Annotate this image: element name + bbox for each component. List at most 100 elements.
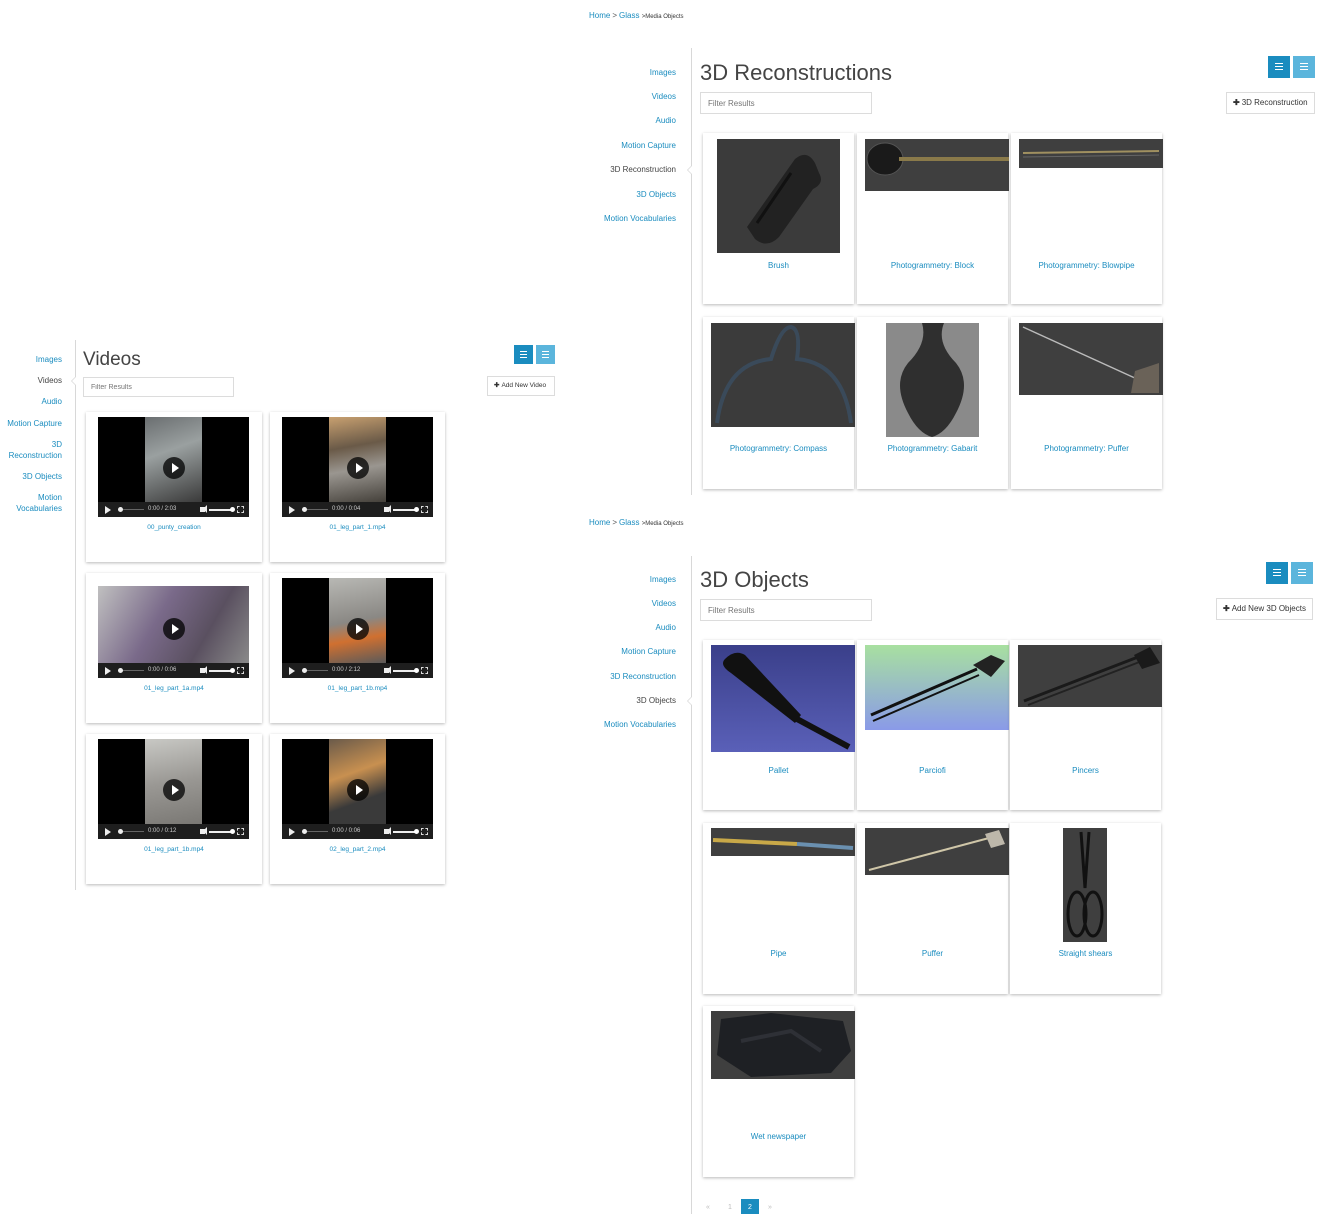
- pager-page-2[interactable]: 2: [741, 1199, 759, 1214]
- sidebar-item-3d-reconstruction[interactable]: 3D Reconstruction: [610, 165, 676, 175]
- list-item[interactable]: Photogrammetry: Puffer: [1011, 317, 1163, 489]
- play-icon[interactable]: [163, 618, 185, 640]
- add-video-button[interactable]: ✚ Add New Video: [487, 376, 555, 396]
- item-caption[interactable]: Pipe: [703, 949, 854, 958]
- item-caption[interactable]: 01_leg_part_1b.mp4: [86, 846, 262, 853]
- seek-slider[interactable]: [118, 668, 144, 673]
- item-caption[interactable]: Parciofi: [857, 766, 1008, 775]
- play-icon[interactable]: [347, 618, 369, 640]
- search-input[interactable]: [83, 377, 234, 397]
- list-item[interactable]: Straight shears: [1010, 823, 1161, 994]
- play-icon[interactable]: [289, 828, 295, 836]
- video-controls[interactable]: 0:00 / 2:12: [282, 663, 433, 678]
- fullscreen-icon[interactable]: [421, 828, 428, 835]
- fullscreen-icon[interactable]: [237, 828, 244, 835]
- seek-slider[interactable]: [118, 829, 144, 834]
- play-icon[interactable]: [347, 457, 369, 479]
- sidebar-item-images[interactable]: Images: [36, 355, 62, 365]
- item-caption[interactable]: 02_leg_part_2.mp4: [270, 846, 445, 853]
- sidebar-item-motion-vocabularies[interactable]: Motion Vocabularies: [604, 214, 676, 224]
- video-player[interactable]: 0:00 / 2:03: [98, 417, 249, 517]
- sidebar-item-videos[interactable]: Videos: [652, 599, 676, 609]
- video-controls[interactable]: 0:00 / 0:12: [98, 824, 249, 839]
- search-input[interactable]: [700, 92, 872, 114]
- fullscreen-icon[interactable]: [421, 667, 428, 674]
- sidebar-item-audio[interactable]: Audio: [656, 116, 676, 126]
- sidebar-item-3d-objects[interactable]: 3D Objects: [636, 696, 676, 706]
- volume-slider[interactable]: [209, 829, 235, 834]
- volume-icon[interactable]: [384, 505, 391, 513]
- list-item[interactable]: Wet newspaper: [703, 1006, 855, 1177]
- item-caption[interactable]: Brush: [703, 261, 854, 270]
- sidebar-item-images[interactable]: Images: [650, 575, 676, 585]
- sidebar-item-audio[interactable]: Audio: [42, 397, 62, 407]
- video-controls[interactable]: 0:00 / 0:06: [98, 663, 249, 678]
- volume-slider[interactable]: [393, 507, 419, 512]
- item-caption[interactable]: 01_leg_part_1b.mp4: [270, 685, 445, 692]
- play-icon[interactable]: [163, 457, 185, 479]
- video-player[interactable]: 0:00 / 0:06: [98, 586, 249, 678]
- video-player[interactable]: 0:00 / 2:12: [282, 578, 433, 678]
- search-input[interactable]: [700, 599, 872, 621]
- video-controls[interactable]: 0:00 / 0:04: [282, 502, 433, 517]
- sidebar-item-3d-reconstruction[interactable]: 3D: [52, 440, 62, 450]
- video-controls[interactable]: 0:00 / 2:03: [98, 502, 249, 517]
- item-caption[interactable]: Photogrammetry: Blowpipe: [1011, 261, 1162, 270]
- item-caption[interactable]: Wet newspaper: [703, 1132, 854, 1141]
- list-item[interactable]: Brush: [703, 133, 854, 304]
- sidebar-item-motion-vocabularies[interactable]: Motion: [38, 493, 62, 503]
- volume-slider[interactable]: [393, 829, 419, 834]
- seek-slider[interactable]: [118, 507, 144, 512]
- sidebar-item-motion-vocabularies[interactable]: Motion Vocabularies: [604, 720, 676, 730]
- volume-icon[interactable]: [200, 827, 207, 835]
- item-caption[interactable]: Pincers: [1010, 766, 1161, 775]
- list-item[interactable]: Pallet: [703, 640, 855, 810]
- video-player[interactable]: 0:00 / 0:04: [282, 417, 433, 517]
- volume-icon[interactable]: [384, 827, 391, 835]
- list-item[interactable]: Parciofi: [857, 640, 1009, 810]
- add-3d-objects-button[interactable]: ✚ Add New 3D Objects: [1216, 598, 1313, 620]
- sidebar-item-videos[interactable]: Videos: [652, 92, 676, 102]
- item-caption[interactable]: Straight shears: [1010, 949, 1161, 958]
- volume-slider[interactable]: [393, 668, 419, 673]
- pager-page-1[interactable]: 1: [728, 1204, 732, 1211]
- seek-slider[interactable]: [302, 829, 328, 834]
- sidebar-item-3d-reconstruction-line2[interactable]: Reconstruction: [9, 451, 62, 461]
- fullscreen-icon[interactable]: [421, 506, 428, 513]
- grid-view-button[interactable]: [1291, 562, 1313, 584]
- sidebar-item-3d-reconstruction[interactable]: 3D Reconstruction: [610, 672, 676, 682]
- sidebar-item-motion-capture[interactable]: Motion Capture: [621, 141, 676, 151]
- list-item[interactable]: Photogrammetry: Block: [857, 133, 1009, 304]
- pager-prev[interactable]: «: [706, 1204, 710, 1211]
- volume-icon[interactable]: [384, 666, 391, 674]
- list-view-button[interactable]: [1266, 562, 1288, 584]
- sidebar-item-audio[interactable]: Audio: [656, 623, 676, 633]
- video-controls[interactable]: 0:00 / 0:06: [282, 824, 433, 839]
- sidebar-item-3d-objects[interactable]: 3D Objects: [636, 190, 676, 200]
- item-caption[interactable]: 01_leg_part_1.mp4: [270, 524, 445, 531]
- play-icon[interactable]: [105, 506, 111, 514]
- item-caption[interactable]: 00_punty_creation: [86, 524, 262, 531]
- fullscreen-icon[interactable]: [237, 667, 244, 674]
- sidebar-item-motion-vocabularies-line2[interactable]: Vocabularies: [16, 504, 62, 514]
- volume-slider[interactable]: [209, 507, 235, 512]
- volume-icon[interactable]: [200, 666, 207, 674]
- seek-slider[interactable]: [302, 507, 328, 512]
- play-icon[interactable]: [105, 667, 111, 675]
- sidebar-item-3d-objects[interactable]: 3D Objects: [22, 472, 62, 482]
- sidebar-item-motion-capture[interactable]: Motion Capture: [7, 419, 62, 429]
- video-player[interactable]: 0:00 / 0:06: [282, 739, 433, 839]
- list-item[interactable]: Photogrammetry: Blowpipe: [1011, 133, 1163, 304]
- item-caption[interactable]: Photogrammetry: Gabarit: [857, 444, 1008, 453]
- add-3d-reconstruction-button[interactable]: ✚ 3D Reconstruction: [1226, 92, 1315, 114]
- play-icon[interactable]: [289, 506, 295, 514]
- fullscreen-icon[interactable]: [237, 506, 244, 513]
- sidebar-item-motion-capture[interactable]: Motion Capture: [621, 647, 676, 657]
- item-caption[interactable]: Photogrammetry: Block: [857, 261, 1008, 270]
- item-caption[interactable]: 01_leg_part_1a.mp4: [86, 685, 262, 692]
- list-item[interactable]: Pincers: [1010, 640, 1162, 810]
- list-item[interactable]: Photogrammetry: Compass: [703, 317, 855, 489]
- list-view-button[interactable]: [514, 345, 533, 364]
- item-caption[interactable]: Photogrammetry: Puffer: [1011, 444, 1162, 453]
- list-item[interactable]: Pipe: [703, 823, 855, 994]
